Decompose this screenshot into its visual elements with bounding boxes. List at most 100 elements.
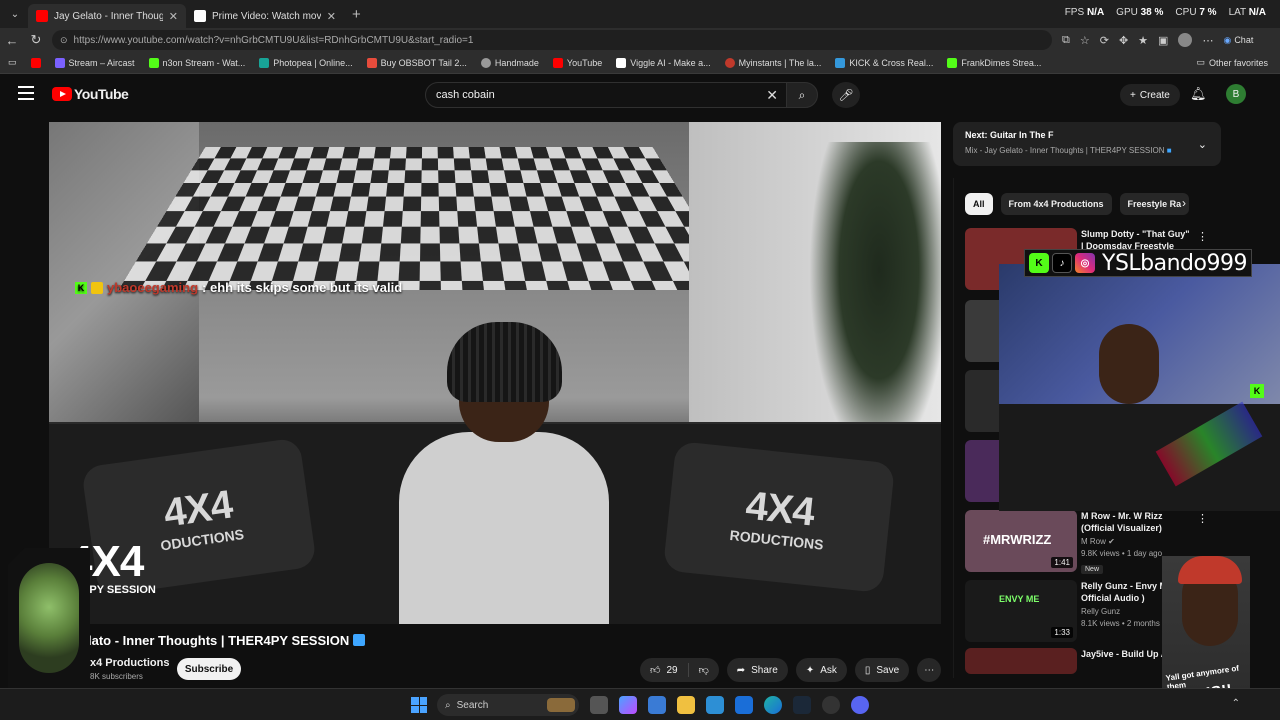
save-button[interactable]: ▯ Save (854, 658, 910, 682)
tab-prime-video[interactable]: Prime Video: Watch movies, TV sh ✕ (186, 4, 344, 28)
browser-tab-bar: ⌄ Jay Gelato - Inner Thoughts | ✕ Prime … (0, 0, 1280, 28)
notifications-bell-icon[interactable]: 🔔︎ (1190, 86, 1207, 102)
windows-start-icon[interactable] (411, 697, 427, 713)
bookmarks-bar: ▭ Stream – Aircast n3on Stream - Wat... … (0, 52, 1280, 74)
chevron-down-icon[interactable]: ⌄ (1198, 138, 1207, 151)
close-tab-icon[interactable]: ✕ (327, 10, 336, 23)
video-title: lato - Inner Thoughts | THER4PY SESSION (88, 633, 366, 648)
site-info-icon[interactable]: ⊙ (60, 35, 68, 46)
extensions-icon[interactable]: ⟳ (1100, 34, 1109, 47)
bookmark-item[interactable]: KICK & Cross Real... (835, 57, 933, 68)
bookmark-item[interactable]: YouTube (552, 57, 602, 68)
obs-icon[interactable] (822, 696, 840, 714)
bookmark-item[interactable]: Buy OBSBOT Tail 2... (366, 57, 467, 68)
chip-freestyle[interactable]: Freestyle Ra (1119, 193, 1190, 215)
photos-icon[interactable] (706, 696, 724, 714)
duration-badge: 1:33 (1051, 627, 1073, 638)
bookmarks-menu-icon[interactable]: ▭ (8, 57, 17, 68)
bookmark-item[interactable]: Viggle AI - Make a... (616, 57, 711, 68)
favorite-star-icon[interactable]: ☆ (1080, 34, 1090, 47)
dislike-button[interactable]: 👎︎ (689, 664, 719, 676)
search-value: cash cobain (436, 89, 495, 101)
steam-icon[interactable] (793, 696, 811, 714)
store-icon[interactable] (648, 696, 666, 714)
bookmark-item[interactable]: Handmade (480, 57, 539, 68)
more-vertical-icon[interactable]: ⋮ (1197, 230, 1208, 243)
mail-icon[interactable] (735, 696, 753, 714)
back-icon[interactable]: ← (0, 33, 24, 48)
bookmark-item[interactable]: Myinstants | The la... (724, 57, 821, 68)
mix-title: Mix - Jay Gelato - Inner Thoughts | THER… (965, 146, 1165, 155)
tray-expand-icon[interactable]: ⌃ (1232, 698, 1240, 709)
aircast-icon (54, 57, 65, 68)
share-icon: ➦ (736, 664, 746, 676)
more-actions-button[interactable]: ⋯ (917, 658, 942, 682)
bookmark-item[interactable]: n3on Stream - Wat... (148, 57, 245, 68)
verified-icon: ✔ (1108, 537, 1115, 546)
copilot-chat-button[interactable]: ◉ Chat (1223, 35, 1253, 46)
video-thumbnail[interactable] (965, 648, 1077, 674)
folder-icon: ▭ (1196, 57, 1205, 67)
new-tab-icon[interactable]: + (352, 6, 361, 23)
streamer-name-banner: K ♪ ◎ YSLbando999 (1024, 249, 1252, 277)
share-button[interactable]: ➦ Share (726, 658, 788, 682)
search-input[interactable]: cash cobain ✕ (425, 82, 787, 108)
profile-avatar[interactable] (1178, 33, 1193, 47)
favorites-icon[interactable]: ★ (1138, 34, 1148, 47)
url-field[interactable]: ⊙ https://www.youtube.com/watch?v=nhGrbC… (52, 30, 1052, 50)
plant (809, 142, 941, 462)
video-player[interactable]: 4X4 ODUCTIONS 4X4 RODUCTIONS (49, 122, 941, 624)
puzzle-icon[interactable]: ✥ (1119, 34, 1128, 47)
other-favorites[interactable]: ▭ Other favorites (1196, 57, 1268, 68)
address-bar-row: ← ↻ ⊙ https://www.youtube.com/watch?v=nh… (0, 28, 1280, 52)
collections-icon[interactable]: ▣ (1158, 34, 1168, 47)
youtube-play-icon (52, 87, 72, 101)
system-tray: ⌃ (1232, 698, 1240, 709)
bookmark-item[interactable]: Photopea | Online... (259, 57, 353, 68)
fps-value: N/A (1086, 7, 1105, 18)
up-next-panel[interactable]: Next: Guitar In The F Mix - Jay Gelato -… (953, 122, 1221, 166)
chip-all[interactable]: All (965, 193, 993, 215)
like-dislike-group: 👍︎ 29 👎︎ (640, 658, 719, 682)
chat-username: ybaoeegaming (107, 280, 199, 295)
account-avatar[interactable]: B (1226, 84, 1246, 104)
bookmark-item[interactable]: FrankDimes Strea... (947, 57, 1041, 68)
streamer-webcam: K (999, 264, 1280, 511)
tab-youtube[interactable]: Jay Gelato - Inner Thoughts | ✕ (28, 4, 186, 28)
rec-channel[interactable]: M Row (1081, 537, 1106, 546)
more-menu-icon[interactable]: ⋯ (1202, 34, 1213, 47)
video-thumbnail[interactable]: #MRWRIZZ 1:41 (965, 510, 1077, 572)
video-thumbnail[interactable]: ENVY ME 1:33 (965, 580, 1077, 642)
search-button[interactable]: ⌕ (786, 82, 818, 108)
discord-icon[interactable] (851, 696, 869, 714)
ask-button[interactable]: ✦ Ask (795, 658, 847, 682)
thumbs-down-icon: 👎︎ (698, 665, 709, 676)
youtube-favicon-icon (36, 10, 48, 22)
channel-name[interactable]: x4 Productions (90, 657, 169, 669)
file-explorer-icon[interactable] (677, 696, 695, 714)
edge-icon[interactable] (764, 696, 782, 714)
stream-logo (8, 548, 90, 688)
create-button[interactable]: + Create (1120, 84, 1180, 106)
chip-from-channel[interactable]: From 4x4 Productions (1000, 193, 1112, 215)
refresh-icon[interactable]: ↻ (24, 32, 48, 48)
close-tab-icon[interactable]: ✕ (169, 10, 178, 23)
stream-chat-message: K ybaoeegaming : ehh its skips some but … (75, 280, 402, 295)
task-view-icon[interactable] (590, 696, 608, 714)
youtube-logo[interactable]: YouTube (52, 86, 129, 102)
like-button[interactable]: 👍︎ 29 (640, 664, 688, 677)
taskbar-search[interactable]: ⌕ Search (437, 694, 579, 716)
thumbnail-text: #MRWRIZZ (983, 532, 1052, 547)
open-in-app-icon[interactable]: ⧉ (1062, 34, 1070, 47)
tab-actions-menu-icon[interactable]: ⌄ (2, 4, 28, 24)
taskbar-apps (590, 696, 869, 714)
more-vertical-icon[interactable]: ⋮ (1197, 512, 1208, 525)
menu-hamburger-icon[interactable] (18, 86, 34, 100)
voice-search-button[interactable]: 🎤︎ (832, 82, 860, 108)
bookmark-youtube-icon[interactable] (30, 57, 41, 68)
copilot-icon[interactable] (619, 696, 637, 714)
clear-search-icon[interactable]: ✕ (766, 87, 778, 104)
chevron-right-icon[interactable]: › (1182, 196, 1186, 210)
subscribe-button[interactable]: Subscribe (177, 658, 241, 680)
bookmark-item[interactable]: Stream – Aircast (54, 57, 135, 68)
